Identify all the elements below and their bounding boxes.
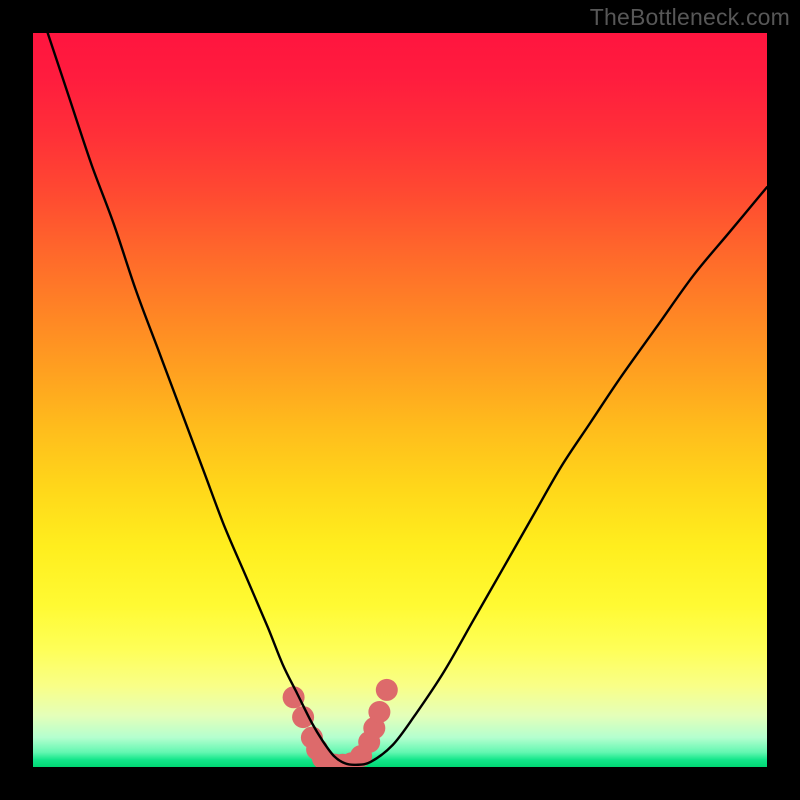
marker-dot (368, 701, 390, 723)
chart-frame: TheBottleneck.com (0, 0, 800, 800)
marker-dot (292, 706, 314, 728)
plot-area (33, 33, 767, 767)
marker-dot (283, 686, 305, 708)
curve-layer (33, 33, 767, 767)
marker-dot (376, 679, 398, 701)
marker-dots (283, 679, 398, 767)
bottleneck-curve (48, 33, 767, 765)
watermark-text: TheBottleneck.com (590, 4, 790, 31)
